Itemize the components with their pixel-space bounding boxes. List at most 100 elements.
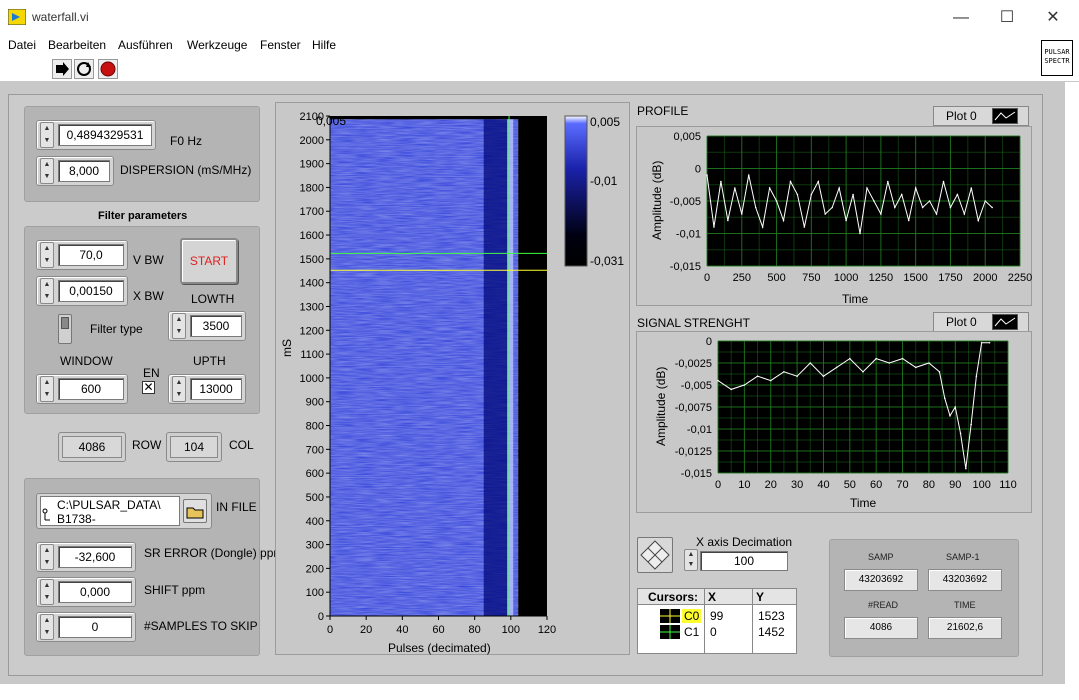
profile-point bbox=[991, 206, 993, 209]
minimize-button[interactable]: — bbox=[938, 6, 984, 32]
colorbar bbox=[564, 115, 588, 267]
menu-ausfuehren[interactable]: Ausführen bbox=[118, 38, 173, 52]
signal-point bbox=[862, 371, 864, 373]
vbw-spinner[interactable]: ▲ ▼ bbox=[40, 242, 54, 268]
window-input[interactable]: 600 bbox=[58, 378, 124, 400]
vbw-label: V BW bbox=[133, 253, 164, 267]
upth-spinner[interactable]: ▲ ▼ bbox=[172, 376, 186, 402]
close-button[interactable]: ✕ bbox=[1030, 6, 1076, 32]
run-continuously-button[interactable] bbox=[74, 59, 94, 79]
colorbar-label-bottom: -0,031 bbox=[590, 254, 625, 268]
in-file-path-line1: C:\PULSAR_DATA\ bbox=[57, 498, 161, 512]
cursor1-x: 0 bbox=[710, 625, 717, 639]
waterfall-ytick-label: 200 bbox=[306, 563, 324, 575]
signal-legend-swatch bbox=[992, 314, 1018, 330]
en-checkbox[interactable]: ✕ bbox=[142, 381, 155, 394]
cursor-legend: Cursors: X Y C0 99 1523 C1 0 1452 bbox=[637, 588, 797, 654]
profile-point bbox=[810, 193, 813, 196]
signal-point bbox=[849, 357, 851, 360]
signal-strength-graph[interactable]: 0 10 20 30 40 50 60 70 80 90 100 110 0 -0,0025 -0,005 -… bbox=[636, 331, 1032, 513]
acquisition-stats-cluster: SAMP SAMP-1 43203692 43203692 #READ TIME… bbox=[829, 539, 1019, 657]
window-spinner[interactable]: ▲ ▼ bbox=[40, 376, 54, 402]
x-decimation-input[interactable]: 100 bbox=[700, 551, 788, 571]
f0-spinner[interactable]: ▲ ▼ bbox=[40, 122, 54, 148]
cursor0-swatch[interactable] bbox=[660, 609, 680, 623]
vi-icon: PULSAR SPECTR bbox=[1041, 40, 1073, 76]
sr-error-spinner[interactable]: ▲ ▼ bbox=[40, 544, 54, 570]
signal-xtick-label: 90 bbox=[949, 479, 961, 491]
pulse-band bbox=[483, 119, 508, 616]
filter-type-toggle[interactable] bbox=[58, 314, 72, 344]
in-file-label: IN FILE bbox=[216, 500, 257, 514]
waterfall-ytick-label: 100 bbox=[306, 587, 324, 599]
run-button[interactable] bbox=[52, 59, 72, 79]
x-decimation-spinner[interactable]: ▲ ▼ bbox=[684, 549, 698, 571]
signal-point bbox=[988, 341, 991, 344]
signal-xtick-label: 70 bbox=[896, 479, 908, 491]
in-file-path[interactable]: C:\PULSAR_DATA\ B1738- bbox=[40, 496, 180, 526]
browse-button[interactable] bbox=[183, 499, 207, 523]
signal-xtick-label: 50 bbox=[844, 479, 856, 491]
cursor1-name[interactable]: C1 bbox=[684, 625, 699, 639]
menu-datei[interactable]: Datei bbox=[8, 38, 36, 52]
profile-point bbox=[720, 180, 722, 183]
menu-hilfe[interactable]: Hilfe bbox=[312, 38, 336, 52]
lowth-spinner[interactable]: ▲ ▼ bbox=[172, 313, 186, 339]
profile-legend-swatch bbox=[992, 108, 1018, 124]
profile-point bbox=[754, 206, 757, 209]
profile-point bbox=[894, 206, 896, 209]
sr-error-input[interactable]: -32,600 bbox=[58, 546, 132, 568]
cursor-move-pad[interactable] bbox=[637, 537, 673, 573]
profile-point bbox=[734, 187, 736, 189]
nread-indicator: 4086 bbox=[844, 617, 918, 639]
time-label: TIME bbox=[954, 600, 976, 610]
signal-point bbox=[975, 375, 978, 377]
waterfall-ytick-label: 1700 bbox=[300, 206, 324, 218]
shift-input[interactable]: 0,000 bbox=[58, 581, 132, 603]
cursor0-name[interactable]: C0 bbox=[682, 609, 702, 623]
dispersion-input[interactable]: 8,000 bbox=[58, 160, 110, 182]
upth-input[interactable]: 13000 bbox=[190, 378, 242, 400]
shift-spinner[interactable]: ▲ ▼ bbox=[40, 579, 54, 605]
profile-point bbox=[900, 193, 903, 196]
abort-button[interactable] bbox=[98, 59, 118, 79]
filter-type-label: Filter type bbox=[90, 322, 143, 336]
xbw-input[interactable]: 0,00150 bbox=[58, 280, 124, 302]
cursor1-swatch[interactable] bbox=[660, 625, 680, 639]
profile-xtick-label: 1250 bbox=[869, 272, 893, 284]
waterfall-graph[interactable]: 0100200300400500600700800900100011001200… bbox=[275, 102, 630, 655]
signal-xtick-label: 20 bbox=[765, 479, 777, 491]
cursor-header-name: Cursors: bbox=[648, 590, 699, 604]
signal-legend[interactable]: Plot 0 bbox=[933, 312, 1029, 332]
col-indicator: 104 bbox=[170, 436, 218, 458]
profile-graph[interactable]: 0 250 500 750 1000 1250 1500 1750 2000 2250 0,005 0… bbox=[636, 126, 1032, 306]
menu-fenster[interactable]: Fenster bbox=[260, 38, 301, 52]
menu-werkzeuge[interactable]: Werkzeuge bbox=[187, 38, 247, 52]
window-label: WINDOW bbox=[60, 354, 113, 368]
waterfall-xtick-label: 100 bbox=[502, 624, 520, 636]
signal-xtick-label: 40 bbox=[817, 479, 829, 491]
profile-xtick-label: 2000 bbox=[973, 272, 997, 284]
dispersion-spinner[interactable]: ▲ ▼ bbox=[40, 158, 54, 184]
xbw-spinner[interactable]: ▲ ▼ bbox=[40, 278, 54, 304]
profile-point bbox=[817, 180, 820, 183]
profile-point bbox=[935, 213, 938, 215]
lowth-input[interactable]: 3500 bbox=[190, 315, 242, 337]
samples-skip-spinner[interactable]: ▲ ▼ bbox=[40, 614, 54, 640]
samples-skip-input[interactable]: 0 bbox=[58, 616, 132, 638]
signal-point bbox=[949, 415, 951, 417]
profile-xtick-label: 0 bbox=[704, 272, 710, 284]
profile-xlabel: Time bbox=[842, 292, 869, 306]
f0-input[interactable]: 0,4894329531 bbox=[58, 124, 152, 146]
profile-point bbox=[852, 193, 854, 196]
signal-point bbox=[943, 397, 946, 399]
maximize-button[interactable]: ☐ bbox=[984, 6, 1030, 32]
signal-point bbox=[959, 432, 962, 435]
profile-legend[interactable]: Plot 0 bbox=[933, 106, 1029, 126]
vi-icon-line2: SPECTR bbox=[1044, 57, 1070, 65]
vbw-input[interactable]: 70,0 bbox=[58, 244, 124, 266]
signal-point bbox=[796, 375, 798, 377]
sr-error-label: SR ERROR (Dongle) ppm bbox=[144, 546, 284, 560]
start-button[interactable]: START bbox=[180, 238, 238, 284]
menu-bearbeiten[interactable]: Bearbeiten bbox=[48, 38, 106, 52]
